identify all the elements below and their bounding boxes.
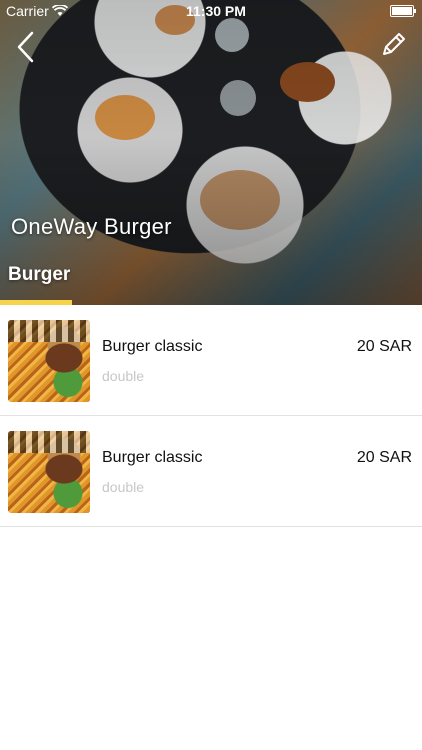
- pencil-icon: [383, 33, 405, 55]
- edit-button[interactable]: [378, 30, 408, 60]
- menu-item[interactable]: Burger classic 20 SAR double: [0, 305, 422, 416]
- menu-item-subtitle: double: [102, 479, 145, 495]
- tab-indicator: [0, 300, 72, 305]
- back-button[interactable]: [12, 30, 42, 64]
- hero-image: [0, 0, 422, 305]
- menu-item[interactable]: Burger classic 20 SAR double: [0, 416, 422, 527]
- status-bar: Carrier 11:30 PM: [0, 0, 422, 22]
- chevron-left-icon: [17, 31, 34, 63]
- menu-item-price: 20 SAR: [356, 338, 412, 355]
- wifi-icon: [51, 3, 69, 20]
- glass-decoration-2: [220, 80, 256, 116]
- status-time: 11:30 PM: [186, 3, 246, 19]
- restaurant-name: OneWay Burger: [11, 214, 172, 239]
- menu-item-title: Burger classic: [102, 449, 203, 466]
- fries-decoration: [95, 95, 155, 140]
- menu-item-title: Burger classic: [102, 338, 203, 355]
- menu-list: Burger classic 20 SAR double Burger clas…: [0, 305, 422, 527]
- food-decoration: [200, 170, 280, 230]
- burger-decoration: [280, 62, 335, 102]
- menu-item-subtitle: double: [102, 368, 145, 384]
- carrier-label: Carrier: [6, 3, 49, 19]
- battery-icon: [390, 5, 416, 17]
- glass-decoration: [215, 18, 249, 52]
- tab-burger[interactable]: Burger: [8, 264, 70, 286]
- menu-item-price: 20 SAR: [356, 449, 412, 466]
- menu-item-image: [8, 431, 90, 513]
- menu-item-image: [8, 320, 90, 402]
